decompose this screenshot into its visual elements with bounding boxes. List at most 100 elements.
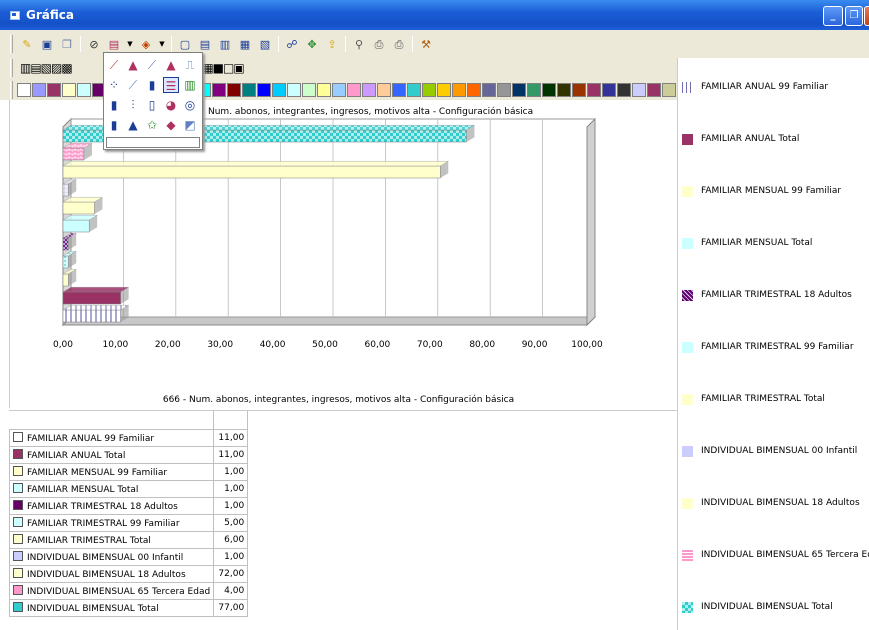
toolbar-grip[interactable] — [10, 35, 13, 53]
color-swatch[interactable] — [602, 83, 616, 97]
line-chart-icon[interactable]: ⟋ — [106, 57, 122, 73]
table-row[interactable]: FAMILIAR MENSUAL 99 Familiar 1,00 — [8, 462, 249, 481]
table-row[interactable]: INDIVIDUAL BIMENSUAL Total 77,00 — [8, 598, 249, 617]
series-name: INDIVIDUAL BIMENSUAL Total — [27, 603, 159, 614]
table-header-row — [10, 411, 249, 430]
toolbar-grip[interactable] — [10, 81, 13, 99]
paint-bucket-icon[interactable]: ◈ — [138, 36, 154, 52]
surface-chart-icon[interactable]: ◆ — [163, 117, 179, 133]
column-3d-icon[interactable]: ▮ — [106, 117, 122, 133]
export-icon[interactable]: ⇪ — [324, 36, 340, 52]
chart-window-icon[interactable]: ▧ — [257, 36, 273, 52]
hammer-icon[interactable]: ⚒ — [418, 36, 434, 52]
color-swatch[interactable] — [212, 83, 226, 97]
bar-group-icon[interactable]: ▮ — [106, 97, 122, 113]
print-preview-icon[interactable]: ⎙ — [371, 36, 387, 52]
binoculars-icon[interactable]: ☍ — [284, 36, 300, 52]
color-swatch[interactable] — [362, 83, 376, 97]
color-swatch[interactable] — [17, 83, 31, 97]
doughnut-chart-icon[interactable]: ◎ — [182, 97, 198, 113]
horizontal-bar-chart-icon[interactable]: ☰ — [163, 77, 179, 93]
color-swatch[interactable] — [482, 83, 496, 97]
color-swatch[interactable] — [47, 83, 61, 97]
area-3d-icon[interactable]: ▲ — [163, 57, 179, 73]
color-swatch[interactable] — [557, 83, 571, 97]
high-low-icon[interactable]: ⫶ — [125, 97, 141, 113]
toolbar-grip[interactable] — [10, 59, 13, 77]
zoom-icon[interactable]: ⚲ — [351, 36, 367, 52]
color-swatch[interactable] — [257, 83, 271, 97]
copy-icon[interactable]: ❐ — [59, 36, 75, 52]
save-icon[interactable]: ▣ — [39, 36, 55, 52]
color-swatch[interactable] — [437, 83, 451, 97]
color-swatch[interactable] — [287, 83, 301, 97]
bubble-chart-icon[interactable]: ◩ — [182, 117, 198, 133]
color-swatch[interactable] — [422, 83, 436, 97]
column-chart-icon[interactable]: ▮ — [144, 77, 160, 93]
stacked-column-icon[interactable]: ▥ — [182, 77, 198, 93]
scatter-chart-icon[interactable]: ⁘ — [106, 77, 122, 93]
layout-3-icon[interactable]: ▥ — [217, 36, 233, 52]
color-swatch[interactable] — [32, 83, 46, 97]
step-chart-icon[interactable]: ⎍ — [182, 57, 198, 73]
color-swatch[interactable] — [227, 83, 241, 97]
color-swatch[interactable] — [62, 83, 76, 97]
pie-chart-icon[interactable]: ◕ — [163, 97, 179, 113]
line-3d-icon[interactable]: ⟋ — [144, 57, 160, 73]
table-row[interactable]: FAMILIAR TRIMESTRAL 99 Familiar 5,00 — [8, 513, 249, 532]
color-swatch[interactable] — [542, 83, 556, 97]
legend-swatch — [682, 601, 693, 613]
chevron-down-icon[interactable]: ▼ — [158, 36, 166, 52]
layout-2-icon[interactable]: ▤ — [197, 36, 213, 52]
color-swatch[interactable] — [377, 83, 391, 97]
table-row[interactable]: INDIVIDUAL BIMENSUAL 65 Tercera Edad 4,00 — [8, 581, 249, 600]
table-icon[interactable]: ▦ — [237, 36, 253, 52]
bar-face — [62, 183, 69, 197]
color-swatch[interactable] — [587, 83, 601, 97]
histogram-icon[interactable]: ▯ — [144, 97, 160, 113]
table-row[interactable]: FAMILIAR ANUAL Total 11,00 — [8, 445, 249, 464]
color-swatch[interactable] — [332, 83, 346, 97]
table-row[interactable]: INDIVIDUAL BIMENSUAL 18 Adultos 72,00 — [8, 564, 249, 583]
area-chart-icon[interactable]: ▲ — [125, 57, 141, 73]
color-swatch[interactable] — [242, 83, 256, 97]
no-entry-icon[interactable]: ⊘ — [86, 36, 102, 52]
table-row[interactable]: FAMILIAR ANUAL 99 Familiar 11,00 — [8, 428, 249, 447]
color-swatch[interactable] — [497, 83, 511, 97]
table-row[interactable]: INDIVIDUAL BIMENSUAL 00 Infantil 1,00 — [8, 547, 249, 566]
color-swatch[interactable] — [392, 83, 406, 97]
color-swatch[interactable] — [527, 83, 541, 97]
color-swatch[interactable] — [302, 83, 316, 97]
pattern-vertical-icon[interactable]: ▥▤▧▨▩ — [19, 60, 89, 76]
radar-chart-icon[interactable]: ✩ — [144, 117, 160, 133]
pyramid-icon[interactable]: ▲ — [125, 117, 141, 133]
table-row[interactable]: FAMILIAR TRIMESTRAL Total 6,00 — [8, 530, 249, 549]
layout-1-icon[interactable]: ▢ — [177, 36, 193, 52]
color-swatch[interactable] — [77, 83, 91, 97]
color-swatch[interactable] — [452, 83, 466, 97]
color-swatch[interactable] — [617, 83, 631, 97]
color-swatch[interactable] — [467, 83, 481, 97]
chart-type-icon[interactable]: ▤ — [106, 36, 122, 52]
color-swatch[interactable] — [407, 83, 421, 97]
chevron-down-icon[interactable]: ▼ — [126, 36, 134, 52]
palette-input[interactable] — [106, 137, 200, 148]
color-swatch[interactable] — [347, 83, 361, 97]
color-swatch[interactable] — [632, 83, 646, 97]
scatter-line-icon[interactable]: ⟋ — [125, 77, 141, 93]
move-icon[interactable]: ✥ — [304, 36, 320, 52]
color-swatch[interactable] — [317, 83, 331, 97]
table-row[interactable]: FAMILIAR TRIMESTRAL 18 Adultos 1,00 — [8, 496, 249, 515]
print-icon[interactable]: ⎙ — [391, 36, 407, 52]
color-swatch[interactable] — [662, 83, 676, 97]
minimize-button[interactable]: _ — [823, 6, 843, 26]
color-swatch[interactable] — [512, 83, 526, 97]
open-icon[interactable]: ✎ — [19, 36, 35, 52]
bar — [62, 304, 130, 323]
color-swatch[interactable] — [272, 83, 286, 97]
table-row[interactable]: FAMILIAR MENSUAL Total 1,00 — [8, 479, 249, 498]
color-swatch[interactable] — [647, 83, 661, 97]
close-button[interactable] — [864, 6, 869, 26]
color-swatch[interactable] — [572, 83, 586, 97]
restore-button[interactable]: ❐ — [845, 6, 863, 26]
